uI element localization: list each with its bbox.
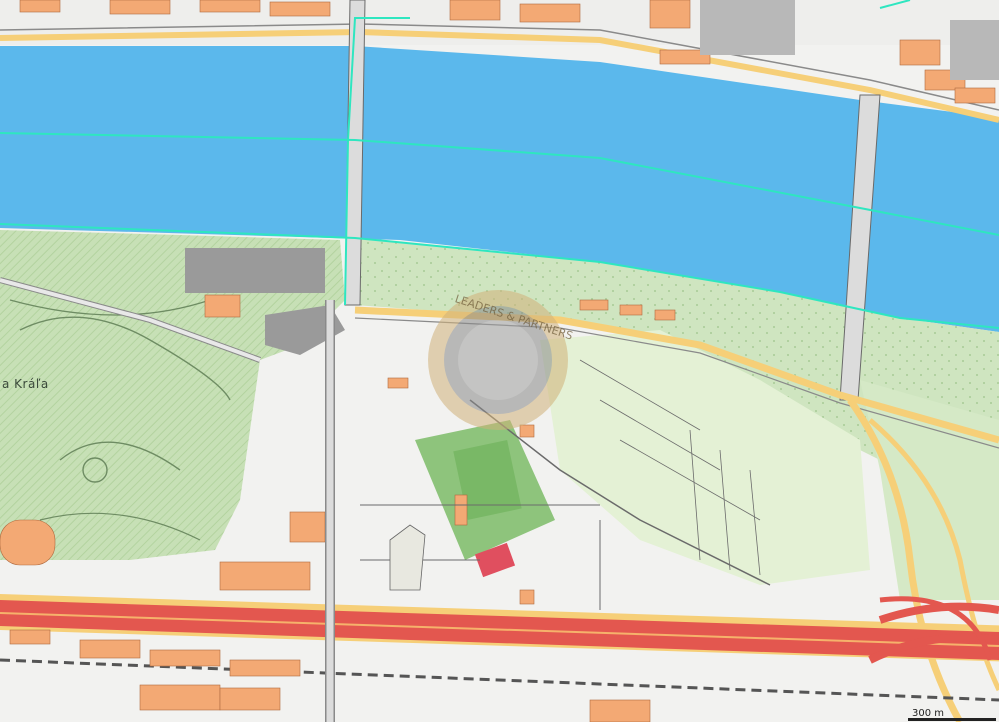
map-canvas[interactable]: LEADERS & PARTNERS a Kráľa 300 m — [0, 0, 999, 722]
map-layers: LEADERS & PARTNERS — [0, 0, 999, 722]
scale-bar — [908, 718, 996, 721]
hall-roof — [185, 248, 325, 293]
park-label: a Kráľa — [2, 377, 49, 391]
industrial-roof — [700, 0, 795, 55]
